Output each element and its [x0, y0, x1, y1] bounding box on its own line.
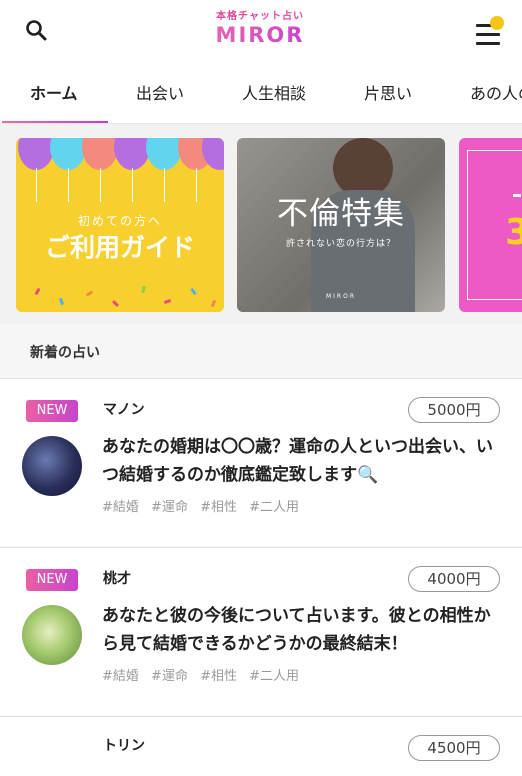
app-logo[interactable]: 本格チャット占い MIROR — [190, 10, 330, 47]
balloon — [82, 138, 118, 170]
tab-deai[interactable]: 出会い — [136, 80, 184, 104]
logo-wordmark: MIROR — [190, 23, 330, 47]
tab-that-person[interactable]: あの人の — [470, 80, 522, 104]
category-tabs: ホーム 出会い 人生相談 片思い あの人の — [0, 62, 522, 124]
banner-partial-glyph: 3 — [505, 212, 522, 253]
tag[interactable]: #運命 — [151, 500, 188, 515]
avatar[interactable] — [22, 605, 82, 665]
fortune-card[interactable]: トリン 4500円 — [0, 716, 522, 776]
menu-line — [476, 42, 500, 45]
banner-partial[interactable]: 3 — [459, 138, 522, 312]
price-badge: 5000円 — [408, 397, 500, 423]
fortune-teller-name: トリン — [103, 738, 145, 754]
tag-list: #結婚 #運命 #相性 #二人用 — [102, 665, 307, 684]
confetti — [111, 299, 120, 308]
balloon — [50, 138, 86, 170]
balloon-string — [100, 168, 101, 202]
tab-life-advice[interactable]: 人生相談 — [242, 80, 306, 104]
confetti — [210, 299, 217, 308]
notification-dot — [490, 16, 504, 30]
balloon — [18, 138, 54, 170]
confetti — [34, 287, 41, 296]
balloon-string — [132, 168, 133, 202]
tag[interactable]: #結婚 — [102, 669, 139, 684]
fortune-teller-name: マノン — [103, 402, 145, 418]
fortune-title: あなたと彼の今後について占います。彼との相性から見て結婚できるかどうかの最終結末… — [102, 606, 491, 654]
tag-list: #結婚 #運命 #相性 #二人用 — [102, 496, 307, 515]
tag[interactable]: #結婚 — [102, 500, 139, 515]
new-badge: NEW — [26, 569, 78, 591]
banner-guide[interactable]: 初めての方へ ご利用ガイド — [16, 138, 224, 312]
price-badge: 4500円 — [408, 735, 500, 761]
balloon-string — [68, 168, 69, 202]
balloon-string — [36, 168, 37, 202]
search-icon[interactable] — [22, 16, 52, 46]
confetti — [141, 285, 146, 294]
section-title-new-fortunes: 新着の占い — [30, 345, 100, 361]
confetti — [190, 287, 197, 296]
tab-unrequited-love[interactable]: 片思い — [364, 80, 412, 104]
avatar[interactable] — [22, 436, 82, 496]
banner-guide-subtitle: 初めての方へ — [77, 214, 162, 228]
banner-decoration — [513, 194, 521, 197]
banner-affair-subtitle: 許されない恋の行方は？ — [285, 239, 396, 249]
fortune-teller-name: 桃才 — [103, 571, 131, 587]
confetti — [163, 298, 172, 305]
tag[interactable]: #運命 — [151, 669, 188, 684]
confetti — [58, 297, 65, 306]
tab-home[interactable]: ホーム — [30, 80, 78, 104]
fortune-card[interactable]: NEW マノン 5000円 あなたの婚期は〇〇歳？運命の人といつ出会い、いつ結婚… — [0, 378, 522, 546]
banner-carousel: 初めての方へ ご利用ガイド 不倫特集 許されない恋の行方は？ MIROR 3 — [0, 124, 522, 324]
balloon — [146, 138, 182, 170]
fortune-title: あなたの婚期は〇〇歳？運命の人といつ出会い、いつ結婚するのか徹底鑑定致します🔍 — [102, 437, 493, 485]
banner-affair-title: 不倫特集 — [277, 196, 405, 232]
logo-subtitle: 本格チャット占い — [216, 11, 304, 22]
tag[interactable]: #相性 — [200, 500, 237, 515]
banner-guide-title: ご利用ガイド — [44, 233, 195, 262]
app-header: 本格チャット占い MIROR — [0, 0, 522, 62]
banner-brand-mark: MIROR — [325, 293, 356, 300]
fortune-card[interactable]: NEW 桃才 4000円 あなたと彼の今後について占います。彼との相性から見て結… — [0, 547, 522, 715]
banner-affair-feature[interactable]: 不倫特集 許されない恋の行方は？ MIROR — [237, 138, 445, 312]
balloon-string — [164, 168, 165, 202]
menu-line — [476, 33, 500, 36]
confetti — [85, 290, 94, 297]
tag[interactable]: #二人用 — [249, 500, 299, 515]
balloon — [114, 138, 150, 170]
new-badge: NEW — [26, 400, 78, 422]
balloon-string — [196, 168, 197, 202]
price-badge: 4000円 — [408, 566, 500, 592]
hamburger-menu-icon[interactable] — [472, 16, 506, 48]
tag[interactable]: #二人用 — [249, 669, 299, 684]
tag[interactable]: #相性 — [200, 669, 237, 684]
